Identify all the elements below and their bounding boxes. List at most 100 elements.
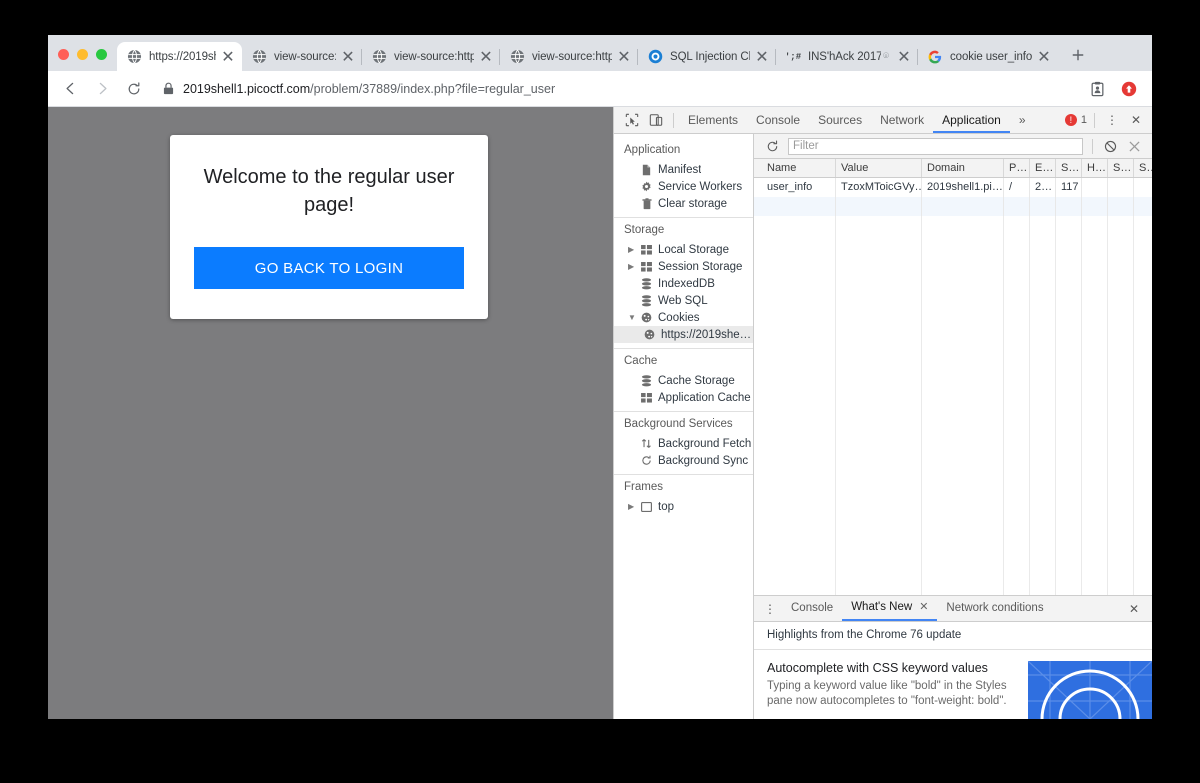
tab-close-button[interactable]: ✕ — [896, 49, 912, 66]
sidebar-item-service-workers[interactable]: ▶ Service Workers — [614, 178, 753, 195]
sidebar-item-manifest[interactable]: ▶ Manifest — [614, 161, 753, 178]
forward-button[interactable] — [88, 75, 116, 103]
sidebar-item-background-fetch[interactable]: ▶ Background Fetch — [614, 435, 753, 452]
maximize-window-button[interactable] — [96, 49, 107, 60]
clipboard-icon[interactable] — [1084, 76, 1110, 102]
devtools-more-tabs-button[interactable]: » — [1010, 107, 1035, 133]
column-header-samesite[interactable]: S… — [1134, 159, 1152, 177]
sidebar-item-cookies[interactable]: ▼ Cookies — [614, 309, 753, 326]
drawer-tab-close-button[interactable]: ✕ — [919, 595, 928, 620]
drawer-tab-network-conditions[interactable]: Network conditions — [937, 596, 1052, 621]
column-header-name[interactable]: Name — [754, 159, 836, 177]
cell-domain[interactable]: 2019shell1.pi… — [922, 178, 1004, 197]
drawer-tab-whats-new[interactable]: What's New ✕ — [842, 595, 938, 621]
application-sidebar: Application ▶ Manifest ▶ Service Workers… — [614, 134, 754, 719]
filter-divider — [1092, 138, 1093, 154]
sidebar-item-background-sync[interactable]: ▶ Background Sync — [614, 452, 753, 469]
drawer-tab-bar: ⋮ Console What's New ✕ Network condition… — [754, 596, 1152, 622]
sidebar-item-top-frame[interactable]: ▶ top — [614, 498, 753, 515]
cell-path[interactable]: / — [1004, 178, 1030, 197]
tab-close-button[interactable]: ✕ — [616, 49, 632, 66]
devtools-tab-sources[interactable]: Sources — [809, 107, 871, 133]
browser-toolbar: 2019shell1.picoctf.com/problem/37889/ind… — [48, 71, 1152, 107]
update-available-icon[interactable] — [1116, 76, 1142, 102]
frame-icon — [639, 501, 654, 512]
reload-button[interactable] — [120, 75, 148, 103]
cookie-table-row[interactable]: user_info TzoxMToicGVy… 2019shell1.pi… /… — [754, 178, 1152, 197]
devtools-menu-button[interactable]: ⋮ — [1100, 109, 1124, 131]
cookie-icon — [642, 329, 657, 340]
error-count: 1 — [1080, 114, 1087, 126]
new-tab-button[interactable] — [1064, 41, 1092, 69]
sidebar-item-cookie-origin[interactable]: https://2019shell1.p — [614, 326, 753, 343]
devtools-close-button[interactable]: ✕ — [1124, 109, 1148, 131]
tab-close-button[interactable]: ✕ — [340, 49, 356, 66]
tab-close-button[interactable]: ✕ — [220, 49, 236, 66]
cell-secure[interactable] — [1108, 178, 1134, 197]
address-bar[interactable]: 2019shell1.picoctf.com/problem/37889/ind… — [152, 76, 1078, 102]
sidebar-item-clear-storage[interactable]: ▶ Clear storage — [614, 195, 753, 212]
sidebar-item-label: https://2019shell1.p — [661, 328, 753, 341]
sidebar-item-local-storage[interactable]: ▶ Local Storage — [614, 241, 753, 258]
disclosure-arrow-icon[interactable]: ▼ — [628, 313, 639, 322]
cell-name[interactable]: user_info — [754, 178, 836, 197]
inspect-element-icon[interactable] — [620, 109, 644, 131]
table-icon — [639, 392, 654, 403]
disclosure-arrow-icon[interactable]: ▶ — [628, 245, 639, 254]
close-window-button[interactable] — [58, 49, 69, 60]
column-header-domain[interactable]: Domain — [922, 159, 1004, 177]
tab-close-button[interactable]: ✕ — [478, 49, 494, 66]
whats-new-item-title[interactable]: Autocomplete with CSS keyword values — [767, 661, 1014, 675]
block-icon[interactable] — [1098, 135, 1122, 157]
minimize-window-button[interactable] — [77, 49, 88, 60]
sidebar-item-cache-storage[interactable]: ▶ Cache Storage — [614, 372, 753, 389]
devtools-tab-network[interactable]: Network — [871, 107, 933, 133]
browser-tab-3[interactable]: view-source:http ✕ — [500, 42, 638, 71]
cell-value[interactable]: TzoxMToicGVy… — [836, 178, 922, 197]
close-icon[interactable] — [1122, 135, 1146, 157]
url-text: 2019shell1.picoctf.com/problem/37889/ind… — [183, 82, 555, 96]
sidebar-group-application-title: Application — [624, 144, 681, 156]
error-count-badge[interactable]: ! 1 — [1064, 114, 1087, 126]
sidebar-item-application-cache[interactable]: ▶ Application Cache — [614, 389, 753, 406]
device-toolbar-icon[interactable] — [644, 109, 668, 131]
cell-samesite[interactable] — [1134, 178, 1152, 197]
tab-close-button[interactable]: ✕ — [754, 49, 770, 66]
drawer-tab-console[interactable]: Console — [782, 596, 842, 621]
cookie-filter-input[interactable] — [788, 137, 1083, 155]
column-header-secure[interactable]: S… — [1108, 159, 1134, 177]
sidebar-item-web-sql[interactable]: ▶ Web SQL — [614, 292, 753, 309]
column-header-httponly[interactable]: H… — [1082, 159, 1108, 177]
column-header-size[interactable]: S… — [1056, 159, 1082, 177]
go-back-to-login-button[interactable]: GO BACK TO LOGIN — [194, 247, 464, 289]
browser-tab-2[interactable]: view-source:http ✕ — [362, 42, 500, 71]
browser-window: https://2019shell1 ✕ view-source:https ✕… — [48, 35, 1152, 719]
disclosure-arrow-icon[interactable]: ▶ — [628, 262, 639, 271]
drawer-tab-label: What's New — [851, 601, 913, 613]
cookie-table: Name Value Domain P… E… S… H… S… S… user… — [754, 159, 1152, 595]
tab-audio-indicator-icon[interactable]: ⌾ — [883, 51, 889, 62]
drawer-menu-button[interactable]: ⋮ — [758, 598, 782, 620]
browser-tab-0[interactable]: https://2019shell1 ✕ — [117, 42, 242, 71]
column-header-expires[interactable]: E… — [1030, 159, 1056, 177]
sidebar-item-indexeddb[interactable]: ▶ IndexedDB — [614, 275, 753, 292]
devtools-drawer: ⋮ Console What's New ✕ Network condition… — [754, 595, 1152, 719]
sidebar-item-session-storage[interactable]: ▶ Session Storage — [614, 258, 753, 275]
column-header-value[interactable]: Value — [836, 159, 922, 177]
drawer-close-button[interactable]: ✕ — [1122, 598, 1146, 620]
browser-tab-5[interactable]: ';# INS'hAck 2017 ⌾ ✕ — [776, 42, 918, 71]
devtools-tab-console[interactable]: Console — [747, 107, 809, 133]
disclosure-arrow-icon[interactable]: ▶ — [628, 502, 639, 511]
cell-expires[interactable]: 2… — [1030, 178, 1056, 197]
cell-httponly[interactable] — [1082, 178, 1108, 197]
browser-tab-1[interactable]: view-source:https ✕ — [242, 42, 362, 71]
back-button[interactable] — [56, 75, 84, 103]
devtools-tab-elements[interactable]: Elements — [679, 107, 747, 133]
devtools-tab-application[interactable]: Application — [933, 107, 1010, 133]
column-header-path[interactable]: P… — [1004, 159, 1030, 177]
cell-size[interactable]: 117 — [1056, 178, 1082, 197]
refresh-icon[interactable] — [760, 135, 784, 157]
browser-tab-4[interactable]: SQL Injection Che ✕ — [638, 42, 776, 71]
browser-tab-6[interactable]: cookie user_info ✕ — [918, 42, 1058, 71]
tab-close-button[interactable]: ✕ — [1036, 49, 1052, 66]
